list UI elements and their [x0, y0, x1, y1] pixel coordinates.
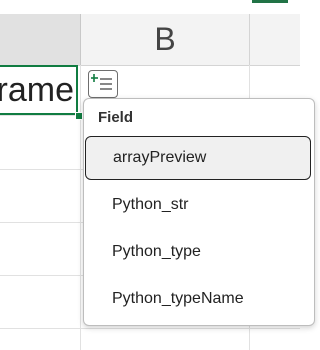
- row-gridline: [0, 328, 300, 329]
- menu-item-python-typename[interactable]: Python_typeName: [84, 277, 314, 321]
- menu-item-python-type[interactable]: Python_type: [84, 230, 314, 274]
- fill-handle[interactable]: [75, 112, 83, 120]
- card-icon-glyph: [91, 74, 112, 90]
- field-dropdown: Field arrayPreview Python_str Python_typ…: [83, 98, 315, 326]
- card-icon[interactable]: [88, 70, 118, 98]
- active-cell-value: rame: [0, 70, 74, 109]
- menu-item-arraypreview[interactable]: arrayPreview: [85, 136, 311, 180]
- dropdown-header: Field: [98, 109, 134, 126]
- column-gridline: [80, 65, 81, 350]
- column-header-row: B: [0, 14, 300, 66]
- ribbon-edge: [0, 0, 300, 14]
- column-header-c[interactable]: [250, 14, 300, 65]
- column-header-b[interactable]: B: [81, 14, 250, 65]
- column-header-a[interactable]: [0, 14, 81, 65]
- ribbon-accent: [252, 0, 288, 3]
- menu-item-python-str[interactable]: Python_str: [84, 183, 314, 227]
- active-cell[interactable]: rame: [0, 65, 78, 115]
